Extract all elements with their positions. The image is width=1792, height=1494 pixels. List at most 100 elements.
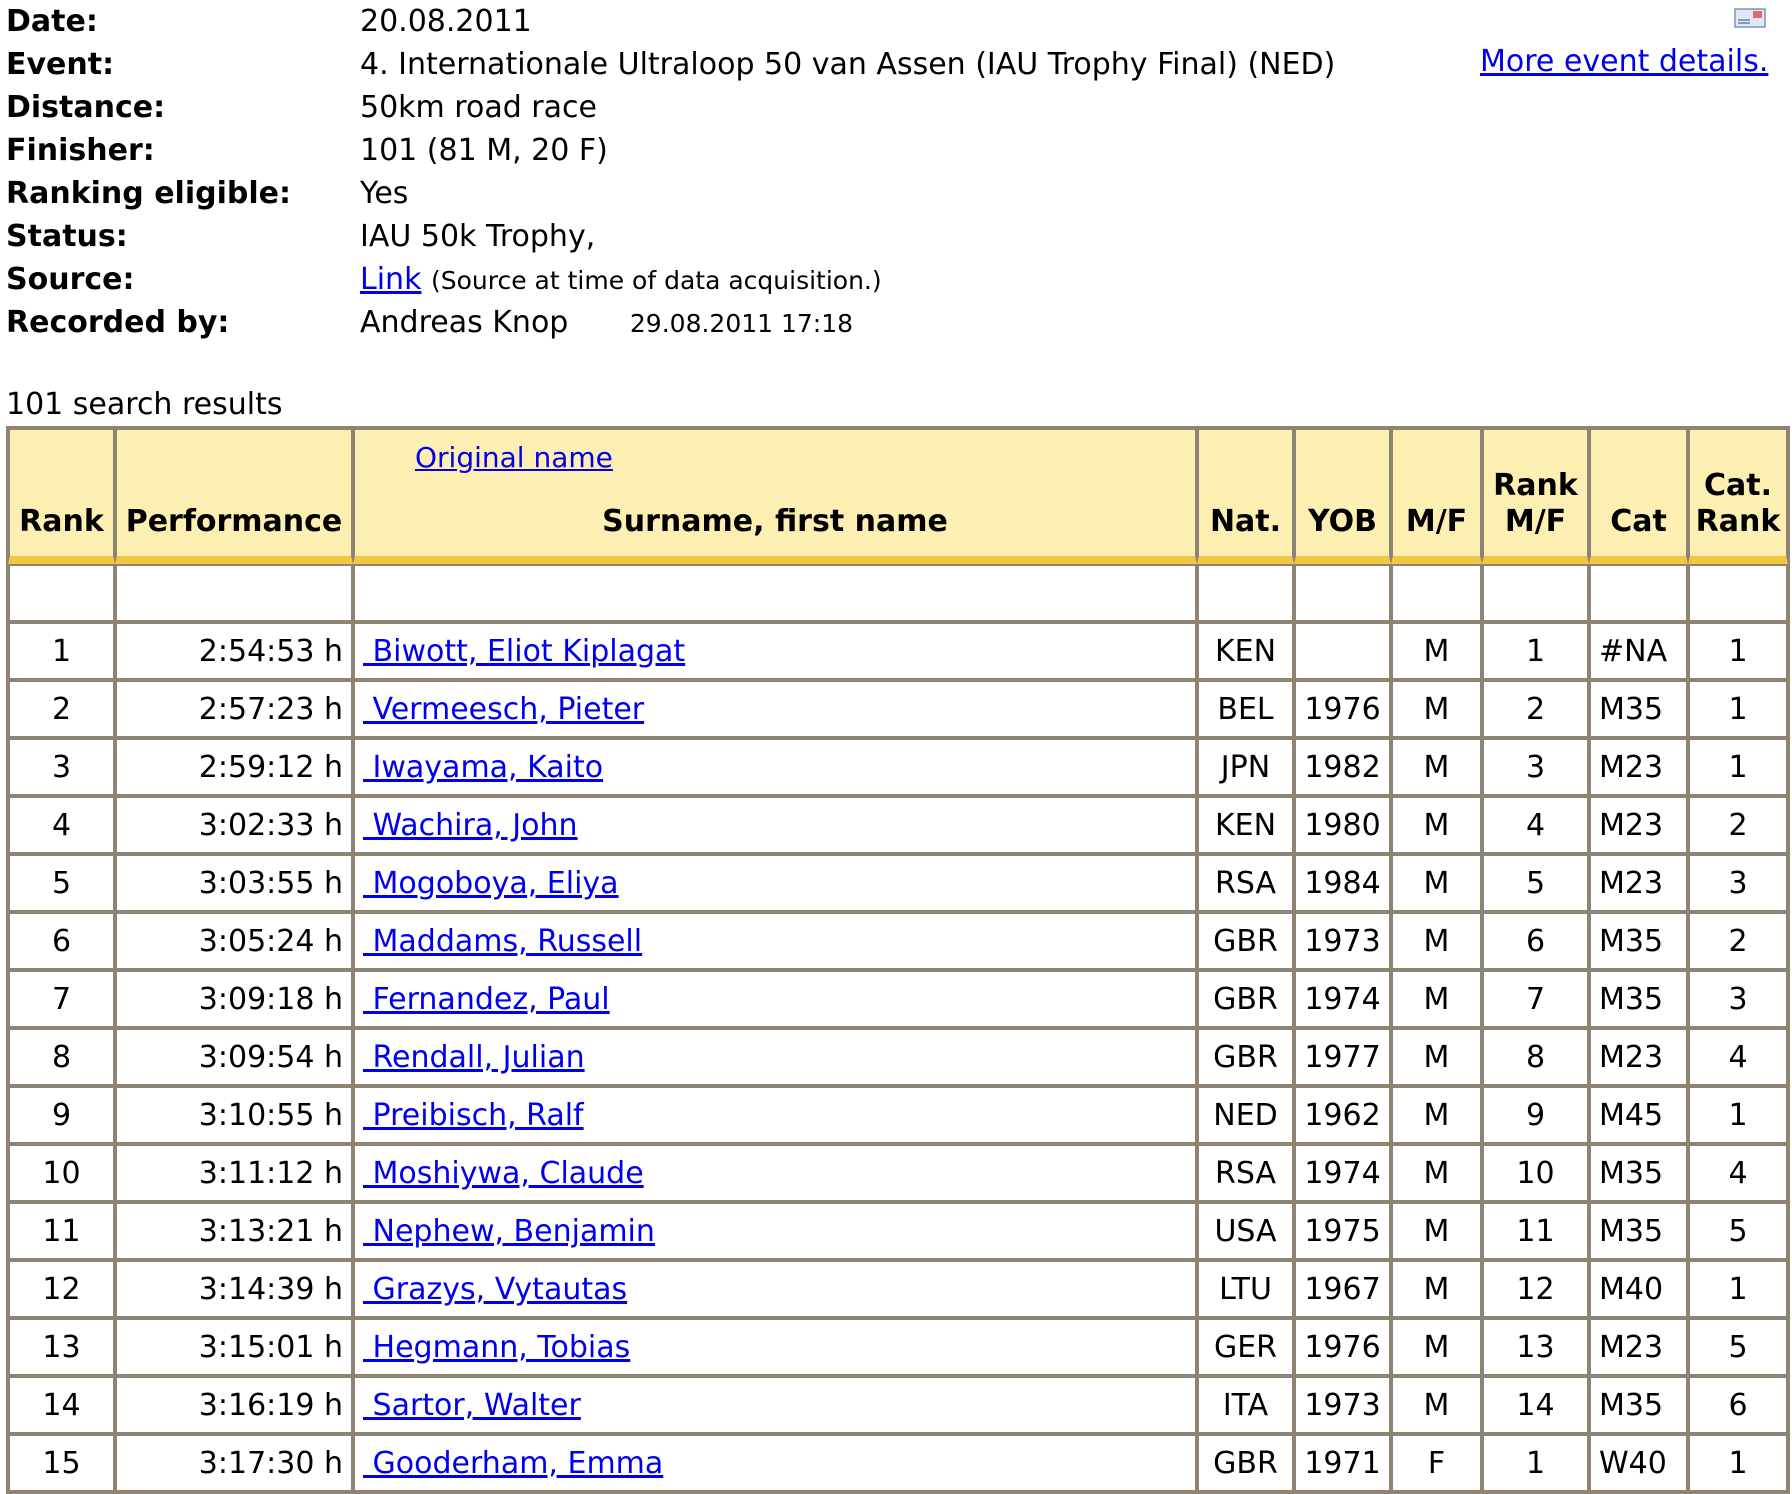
cell-performance: 3:14:39 h: [115, 1260, 353, 1318]
cell-cat: M35: [1589, 1202, 1688, 1260]
cell-cat-rank: 1: [1688, 1260, 1788, 1318]
mail-icon[interactable]: [1734, 8, 1766, 28]
athlete-name-link[interactable]: Rendall, Julian: [363, 1040, 585, 1075]
cell-cat: M40: [1589, 1260, 1688, 1318]
header-row: Rank Performance Original name Surname, …: [8, 428, 1788, 564]
cell-cat: M23: [1589, 738, 1688, 796]
cell-cat: M35: [1589, 680, 1688, 738]
athlete-name-link[interactable]: Vermeesch, Pieter: [363, 692, 645, 727]
col-rank-mf-line2: M/F: [1504, 504, 1567, 539]
athlete-name-link[interactable]: Iwayama, Kaito: [363, 750, 604, 785]
cell-cat-rank: 1: [1688, 1434, 1788, 1492]
table-row: 12 3:14:39 h Grazys, Vytautas LTU 1967 M 12 M4…: [8, 1260, 1788, 1318]
cell-nat: JPN: [1197, 738, 1294, 796]
cell-cat-rank: 3: [1688, 854, 1788, 912]
athlete-name-link[interactable]: Moshiywa, Claude: [363, 1156, 644, 1191]
cell-rank: 13: [8, 1318, 115, 1376]
col-cat-rank[interactable]: Cat. Rank: [1688, 428, 1788, 564]
athlete-name-link[interactable]: Grazys, Vytautas: [363, 1272, 628, 1307]
cell-mf: M: [1391, 912, 1482, 970]
col-cat[interactable]: Cat: [1589, 428, 1688, 564]
cell-rank: 2: [8, 680, 115, 738]
athlete-name-link[interactable]: Hegmann, Tobias: [363, 1330, 631, 1365]
info-label: Ranking eligible:: [6, 176, 291, 211]
original-name-link[interactable]: Original name: [415, 440, 613, 476]
cell-cat-rank: 2: [1688, 796, 1788, 854]
cell-rank: 14: [8, 1376, 115, 1434]
table-row: 6 3:05:24 h Maddams, Russell GBR 1973 M 6 M35 2: [8, 912, 1788, 970]
cell-rank-mf: 3: [1482, 738, 1589, 796]
cell-name: Vermeesch, Pieter: [353, 680, 1197, 738]
cell-cat-rank: 1: [1688, 680, 1788, 738]
col-mf[interactable]: M/F: [1391, 428, 1482, 564]
cell-rank: 12: [8, 1260, 115, 1318]
cell-nat: GBR: [1197, 1434, 1294, 1492]
cell-cat: M35: [1589, 912, 1688, 970]
athlete-name-link[interactable]: Biwott, Eliot Kiplagat: [363, 634, 686, 669]
athlete-name-link[interactable]: Sartor, Walter: [363, 1388, 581, 1423]
info-label: Recorded by:: [6, 305, 230, 340]
cell-rank: 10: [8, 1144, 115, 1202]
cell-cat-rank: 4: [1688, 1028, 1788, 1086]
athlete-name-link[interactable]: Nephew, Benjamin: [363, 1214, 655, 1249]
cell-nat: GER: [1197, 1318, 1294, 1376]
info-row-recorded: Recorded by: Andreas Knop 29.08.2011 17:…: [6, 301, 1335, 344]
cell-performance: 2:59:12 h: [115, 738, 353, 796]
cell-mf: M: [1391, 1144, 1482, 1202]
cell-name: Hegmann, Tobias: [353, 1318, 1197, 1376]
cell-name: Nephew, Benjamin: [353, 1202, 1197, 1260]
col-rank-mf[interactable]: Rank M/F: [1482, 428, 1589, 564]
cell-name: Fernandez, Paul: [353, 970, 1197, 1028]
col-rank-mf-line1: Rank: [1493, 468, 1578, 503]
cell-rank-mf: 14: [1482, 1376, 1589, 1434]
athlete-name-link[interactable]: Fernandez, Paul: [363, 982, 610, 1017]
more-event-details-link[interactable]: More event details.: [1480, 44, 1768, 79]
cell-cat: W40: [1589, 1434, 1688, 1492]
cell-yob: 1976: [1294, 680, 1391, 738]
info-row-source: Source: Link (Source at time of data acq…: [6, 258, 1335, 301]
cell-nat: KEN: [1197, 622, 1294, 680]
col-performance[interactable]: Performance: [115, 428, 353, 564]
col-yob[interactable]: YOB: [1294, 428, 1391, 564]
athlete-name-link[interactable]: Maddams, Russell: [363, 924, 643, 959]
cell-cat-rank: 1: [1688, 738, 1788, 796]
col-nat[interactable]: Nat.: [1197, 428, 1294, 564]
cell-yob: 1973: [1294, 912, 1391, 970]
cell-cat-rank: 4: [1688, 1144, 1788, 1202]
cell-nat: NED: [1197, 1086, 1294, 1144]
cell-performance: 2:54:53 h: [115, 622, 353, 680]
col-rank[interactable]: Rank: [8, 428, 115, 564]
cell-nat: GBR: [1197, 970, 1294, 1028]
cell-cat: M23: [1589, 1028, 1688, 1086]
cell-rank: 6: [8, 912, 115, 970]
cell-yob: 1975: [1294, 1202, 1391, 1260]
col-name-label[interactable]: Surname, first name: [602, 504, 948, 539]
cell-cat: M35: [1589, 1376, 1688, 1434]
table-row: 4 3:02:33 h Wachira, John KEN 1980 M 4 M23 2: [8, 796, 1788, 854]
info-row: Status: IAU 50k Trophy,: [6, 215, 1335, 258]
cell-cat-rank: 6: [1688, 1376, 1788, 1434]
cell-yob: 1984: [1294, 854, 1391, 912]
spacer-cell: [1294, 564, 1391, 622]
info-label: Source:: [6, 262, 135, 297]
athlete-name-link[interactable]: Mogoboya, Eliya: [363, 866, 619, 901]
cell-rank: 3: [8, 738, 115, 796]
info-label: Date:: [6, 4, 98, 39]
cell-rank: 7: [8, 970, 115, 1028]
spacer-cell: [8, 564, 115, 622]
athlete-name-link[interactable]: Preibisch, Ralf: [363, 1098, 584, 1133]
spacer-cell: [1688, 564, 1788, 622]
athlete-name-link[interactable]: Wachira, John: [363, 808, 578, 843]
cell-rank-mf: 4: [1482, 796, 1589, 854]
source-link[interactable]: Link: [360, 262, 421, 297]
cell-cat-rank: 5: [1688, 1318, 1788, 1376]
results-body: 1 2:54:53 h Biwott, Eliot Kiplagat KEN M 1 #N…: [8, 564, 1788, 1492]
info-row: Distance: 50km road race: [6, 86, 1335, 129]
athlete-name-link[interactable]: Gooderham, Emma: [363, 1446, 664, 1481]
cell-cat-rank: 3: [1688, 970, 1788, 1028]
cell-mf: M: [1391, 1318, 1482, 1376]
cell-nat: LTU: [1197, 1260, 1294, 1318]
cell-performance: 2:57:23 h: [115, 680, 353, 738]
cell-yob: 1974: [1294, 1144, 1391, 1202]
cell-rank-mf: 10: [1482, 1144, 1589, 1202]
